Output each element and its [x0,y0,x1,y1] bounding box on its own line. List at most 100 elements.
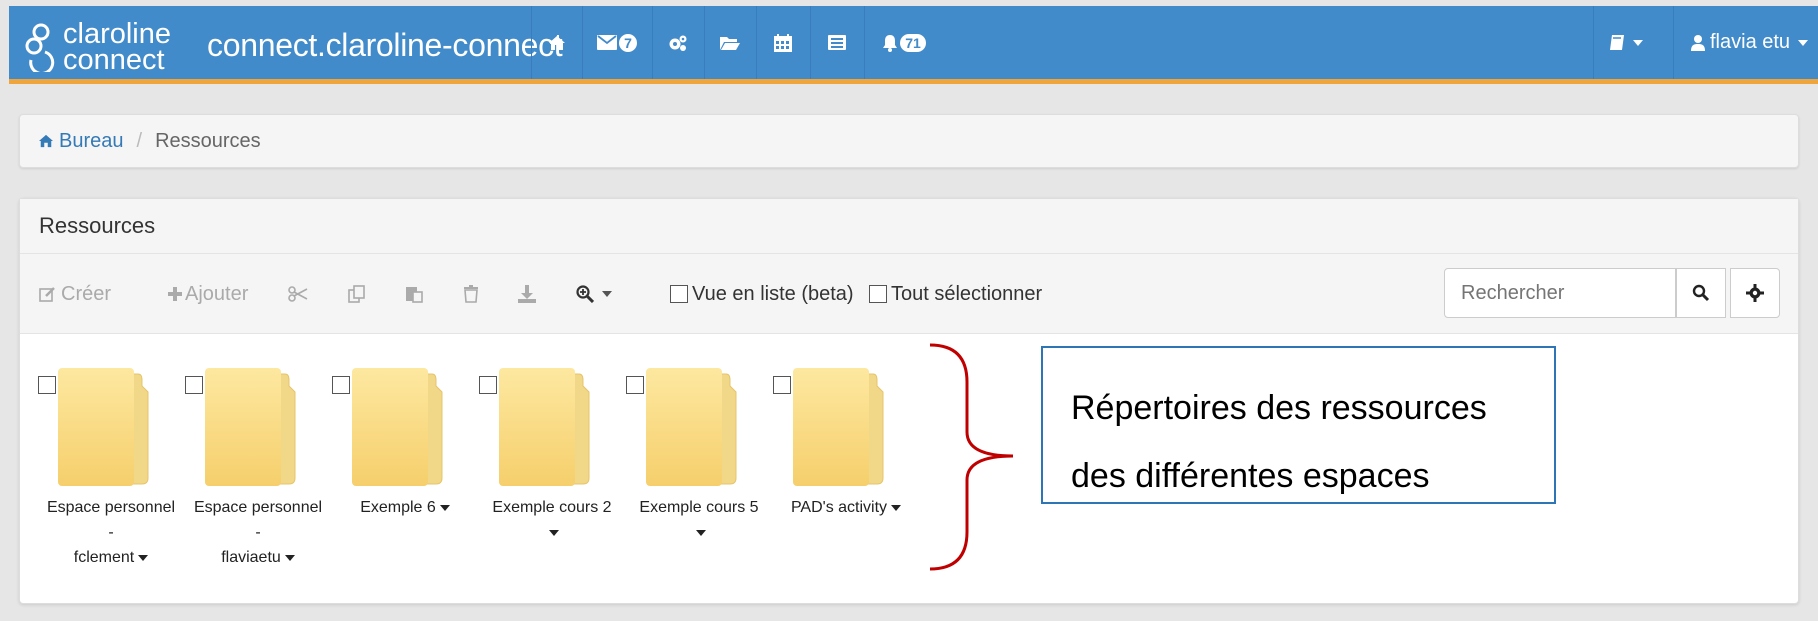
folder-icon [793,368,884,486]
folder-name-line1: Espace personnel [46,499,176,516]
folder-name: PAD's activity [765,495,927,520]
copy-button[interactable] [348,254,366,334]
list-view-checkbox[interactable] [670,285,688,303]
folder-checkbox[interactable] [332,376,350,394]
zoom-dropdown[interactable] [576,254,612,334]
search-input[interactable] [1444,268,1676,318]
breadcrumb-home-label: Bureau [59,129,124,152]
folder-name-line2: - [255,524,261,541]
folder-name-line3: fclement [73,549,135,566]
nav-divider [1673,6,1674,79]
messages-badge: 7 [619,33,637,52]
edit-icon [39,286,55,302]
calendar-nav-button[interactable] [756,6,810,79]
create-button[interactable]: Créer [39,254,111,334]
trash-icon [464,285,478,303]
folder-checkbox[interactable] [626,376,644,394]
folder-checkbox[interactable] [38,376,56,394]
download-button[interactable] [518,254,536,334]
folder-icon [499,368,590,486]
calendar-icon [774,33,792,52]
logo-text-bottom: connect [63,44,165,76]
folder-name-line1: PAD's activity [790,499,888,516]
home-nav-button[interactable] [531,6,582,79]
folder-icon [352,368,443,486]
breadcrumb-home-link[interactable]: Bureau [38,130,124,153]
annotation-brace [929,343,1014,571]
folder-menu-caret-icon[interactable] [284,554,295,561]
list-view-label: Vue en liste (beta) [692,282,854,305]
folder-checkbox[interactable] [773,376,791,394]
notifications-badge: 71 [900,33,926,52]
folder-icon [646,368,737,486]
gear-icon [1746,284,1764,302]
site-title[interactable]: connect.claroline-connect [207,27,563,64]
chevron-down-icon [1633,39,1643,46]
select-all-label: Tout sélectionner [891,282,1043,305]
search-button[interactable] [1676,268,1726,318]
folder-menu-caret-icon[interactable] [891,504,902,511]
messages-nav-button[interactable]: 7 [582,6,652,79]
claroline-logo[interactable]: claroline connect [17,18,177,76]
bell-icon [883,34,898,52]
agenda-nav-button[interactable] [810,6,864,79]
folder-name-line1: Espace personnel [193,499,323,516]
resource-toolbar: Créer Ajouter Vue en liste (beta) Tout s… [20,254,1798,334]
folder-name: Exemple cours 2 [471,495,633,545]
cut-button[interactable] [288,254,308,334]
user-menu-button[interactable]: flavia etu [1691,6,1809,79]
book-icon [1610,34,1624,50]
folder-name-line1: Exemple 6 [360,499,436,516]
top-navbar: claroline connect connect.claroline-conn… [9,6,1818,84]
annotation-line1: Répertoires des ressources [1071,389,1487,427]
search-icon [1692,284,1710,302]
breadcrumb-current: Ressources [155,129,261,152]
resources-nav-button[interactable] [704,6,756,79]
folder-menu-caret-icon[interactable] [439,504,450,511]
folder-name-line1: Exemple cours 5 [639,499,759,516]
delete-button[interactable] [464,254,478,334]
home-icon [548,35,565,50]
select-all-checkbox[interactable] [869,285,887,303]
create-label: Créer [61,282,112,305]
copy-icon [348,285,365,303]
paste-button[interactable] [405,254,423,334]
folder-icon [58,368,149,486]
folder-open-icon [720,36,740,50]
folder-name-line1: Exemple cours 2 [492,499,612,516]
folder-checkbox[interactable] [185,376,203,394]
select-all-toggle[interactable]: Tout sélectionner [869,254,1042,334]
annotation-line2: des différentes espaces [1071,457,1430,495]
settings-button[interactable] [1730,268,1780,318]
download-icon [518,285,536,303]
folder-menu-caret-icon[interactable] [696,529,706,536]
user-icon [1691,35,1705,51]
tools-nav-button[interactable] [652,6,704,79]
folder-name-line3: flaviaetu [221,549,281,566]
cogs-icon [669,35,687,51]
annotation-callout: Répertoires des ressources des différent… [1041,346,1556,504]
panel-title: Ressources [20,199,1798,254]
folder-name-line2: - [108,524,114,541]
home-icon [39,134,53,148]
folder-name: Espace personnel - flaviaetu [177,495,339,570]
folder-icon [205,368,296,486]
envelope-icon [597,35,618,50]
folder-name: Espace personnel - fclement [30,495,192,570]
folder-checkbox[interactable] [479,376,497,394]
list-alt-icon [828,35,846,50]
chevron-down-icon [1798,39,1809,46]
help-menu-button[interactable] [1609,6,1643,79]
zoom-in-icon [576,285,594,303]
notifications-nav-button[interactable]: 71 [864,6,944,79]
breadcrumb-separator: / [136,129,143,152]
folder-name: Exemple cours 5 [618,495,780,545]
list-view-toggle[interactable]: Vue en liste (beta) [670,254,854,334]
folder-menu-caret-icon[interactable] [549,529,559,536]
folder-name: Exemple 6 [324,495,486,520]
folder-menu-caret-icon[interactable] [138,554,149,561]
breadcrumb: Bureau / Ressources [19,114,1799,168]
add-button[interactable]: Ajouter [168,254,248,334]
scissors-icon [288,286,308,302]
user-name: flavia etu [1710,31,1791,53]
